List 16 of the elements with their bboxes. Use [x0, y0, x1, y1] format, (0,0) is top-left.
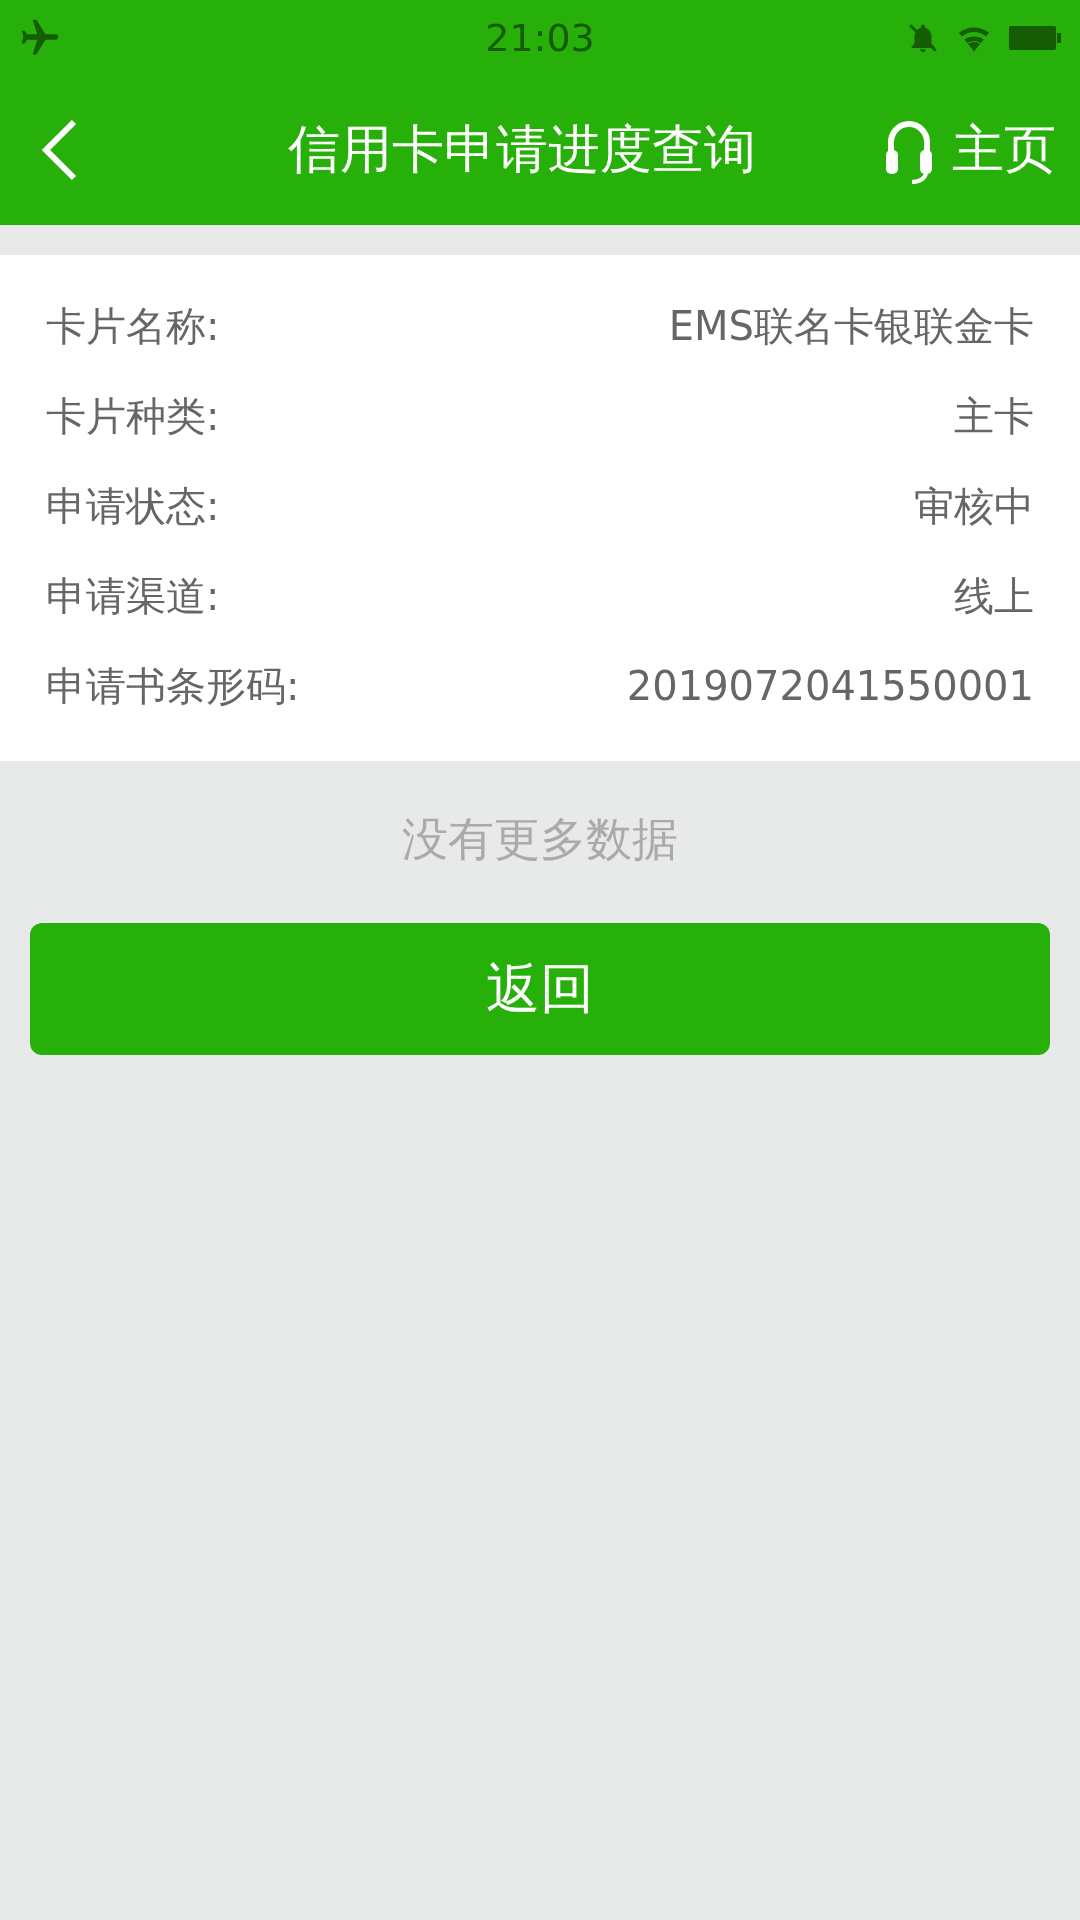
- detail-value: 审核中: [914, 481, 1034, 531]
- detail-value: 2019072041550001: [626, 663, 1034, 709]
- detail-label: 申请书条形码:: [46, 661, 300, 711]
- battery-icon: [1008, 23, 1062, 52]
- home-link[interactable]: 主页: [884, 114, 1056, 186]
- detail-label: 申请状态:: [46, 481, 220, 531]
- page-title: 信用卡申请进度查询: [287, 118, 757, 181]
- detail-label: 申请渠道:: [46, 571, 220, 621]
- return-button[interactable]: 返回: [30, 923, 1050, 1055]
- detail-label: 卡片名称:: [46, 301, 220, 351]
- detail-value: 主卡: [954, 391, 1034, 441]
- no-more-data-text: 没有更多数据: [401, 811, 679, 868]
- detail-value: EMS联名卡银联金卡: [668, 301, 1034, 351]
- detail-label: 卡片种类:: [46, 391, 220, 441]
- detail-value: 线上: [954, 571, 1034, 621]
- status-time: 21:03: [485, 15, 595, 60]
